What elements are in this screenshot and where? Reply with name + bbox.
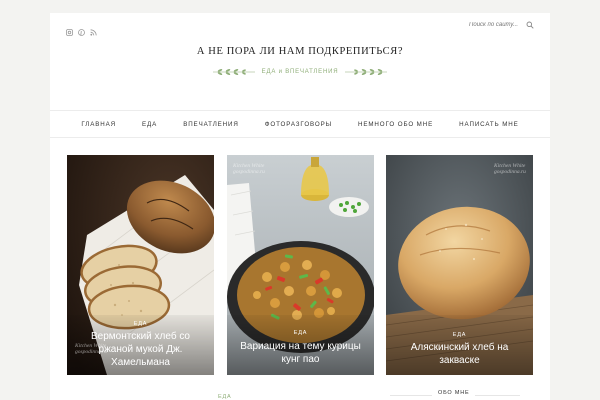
nav-item-photo-talks[interactable]: ФОТОРАЗГОВОРЫ (252, 121, 345, 128)
post-title[interactable]: Вариация на тему курицы кунг пао (233, 340, 368, 366)
search-icon[interactable] (526, 21, 534, 29)
post-category[interactable]: ЕДА (67, 321, 214, 327)
site-title[interactable]: А НЕ ПОРА ЛИ НАМ ПОДКРЕПИТЬСЯ? (50, 46, 550, 57)
post-category[interactable]: ЕДА (386, 332, 533, 338)
photo-watermark: Kitchen White gospodinna.ru (233, 163, 265, 175)
main-nav: ГЛАВНАЯ ЕДА ВПЕЧАТЛЕНИЯ ФОТОРАЗГОВОРЫ НЕ… (50, 110, 550, 138)
post-title[interactable]: Аляскинский хлеб на закваске (392, 341, 527, 367)
nav-item-home[interactable]: ГЛАВНАЯ (68, 121, 129, 128)
nav-item-contact[interactable]: НАПИСАТЬ МНЕ (446, 121, 532, 128)
sidebar-about-heading: ОБО МНЕ (390, 389, 520, 399)
top-bar (50, 13, 550, 41)
post-card[interactable]: Kitchen White gospodinna.ru ЕДА Вариация … (227, 155, 374, 375)
pinterest-icon[interactable] (78, 23, 85, 36)
photo-watermark: Kitchen White gospodinna.ru (494, 163, 526, 175)
site-tagline: ЕДА и ВПЕЧАТЛЕНИЯ (261, 69, 339, 75)
post-card[interactable]: Kitchen White gospodinna.ru ЕДА Вермонтск… (67, 155, 214, 375)
nav-item-about[interactable]: НЕМНОГО ОБО МНЕ (345, 121, 446, 128)
post-title[interactable]: Вермонтский хлеб со ржаной мукой Дж. Хам… (73, 330, 208, 369)
post-category[interactable]: ЕДА (227, 330, 374, 336)
nav-item-food[interactable]: ЕДА (129, 121, 170, 128)
page-container: А НЕ ПОРА ЛИ НАМ ПОДКРЕПИТЬСЯ? ЕДА и ВПЕ… (50, 13, 550, 400)
search-input[interactable] (458, 22, 518, 28)
tagline-row: ЕДА и ВПЕЧАТЛЕНИЯ (50, 67, 550, 77)
instagram-icon[interactable] (66, 23, 73, 36)
about-label: ОБО МНЕ (432, 390, 476, 396)
search-box (458, 21, 534, 29)
section-category[interactable]: ЕДА (218, 394, 231, 400)
post-card[interactable]: Kitchen White gospodinna.ru ЕДА Аляскинск… (386, 155, 533, 375)
sprig-left-icon (212, 69, 255, 75)
nav-item-impressions[interactable]: ВПЕЧАТЛЕНИЯ (170, 121, 252, 128)
rss-icon[interactable] (90, 23, 97, 36)
social-links (66, 23, 97, 36)
sprig-right-icon (345, 69, 388, 75)
